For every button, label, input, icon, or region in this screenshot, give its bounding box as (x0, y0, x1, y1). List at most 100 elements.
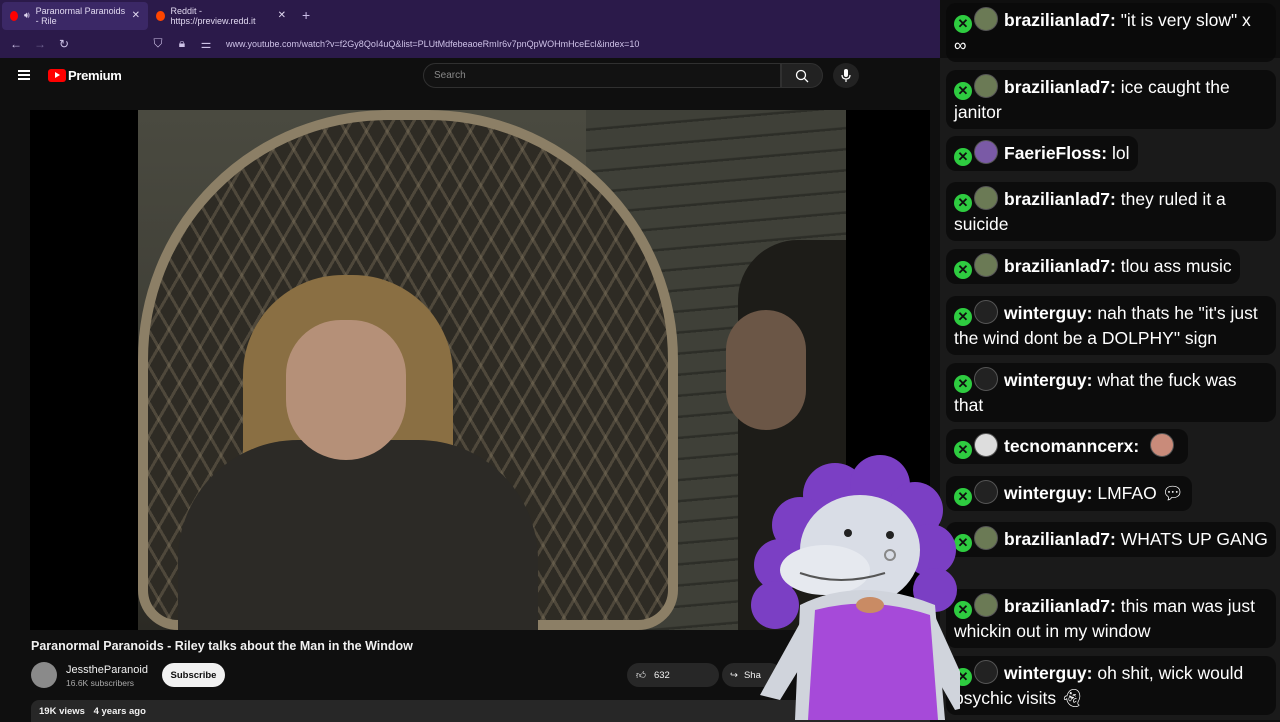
like-button[interactable]: 👍︎ 632 (627, 663, 719, 687)
url-bar: ← → ↻ ⛉ 🔒︎ ⚌ www.youtube.com/watch?v=f2G… (0, 30, 940, 57)
video-person-face (286, 320, 406, 460)
chat-username: winterguy: (1004, 483, 1093, 503)
avatar (974, 593, 998, 617)
chat-message: ✕ winterguy: oh shit, wick would psychic … (946, 656, 1276, 715)
avatar (974, 253, 998, 277)
chat-message: ✕ brazilianlad7: tlou ass music (946, 249, 1240, 284)
chat-username: FaerieFloss: (1004, 143, 1108, 163)
youtube-brand[interactable]: Premium (68, 68, 122, 83)
chat-text: nah thats he "it's just the wind dont be… (954, 303, 1258, 348)
chat-message: ✕ brazilianlad7: this man was just whicki… (946, 589, 1276, 648)
mod-badge-icon: ✕ (954, 308, 972, 326)
ghost-emote-icon: 👻︎ (1060, 688, 1084, 708)
thumbs-up-icon: 👍︎ (636, 670, 646, 681)
youtube-favicon-icon (10, 10, 18, 21)
mod-badge-icon: ✕ (954, 82, 972, 100)
chat-username: brazilianlad7: (1004, 10, 1116, 30)
reddit-favicon-icon (156, 10, 165, 21)
avatar (974, 367, 998, 391)
mascot-tank-top (808, 603, 938, 720)
chat-text: LMFAO (1097, 483, 1157, 503)
channel-avatar[interactable] (31, 662, 57, 688)
avatar (974, 660, 998, 684)
lock-icon[interactable]: 🔒︎ (170, 36, 194, 51)
close-tab-icon[interactable]: ✕ (278, 10, 286, 21)
chat-message: ✕ winterguy: what the fuck was that (946, 363, 1276, 422)
mascot-eye (844, 529, 852, 537)
mod-badge-icon: ✕ (954, 194, 972, 212)
share-icon: ↪ (730, 669, 738, 681)
mod-badge-icon: ✕ (954, 375, 972, 393)
search-placeholder: Search (434, 70, 466, 81)
video-second-person-face (726, 310, 806, 430)
chat-username: tecnomanncerx: (1004, 436, 1140, 456)
tab-title: Reddit - https://preview.redd.it (170, 5, 256, 26)
shield-icon[interactable]: ⛉ (146, 36, 170, 51)
subscriber-count: 16.6K subscribers (66, 678, 135, 688)
chat-username: brazilianlad7: (1004, 256, 1116, 276)
search-button[interactable] (781, 63, 823, 88)
close-tab-icon[interactable]: ✕ (132, 10, 140, 21)
chat-message: ✕ brazilianlad7: "it is very slow" x ∞ (946, 3, 1276, 62)
chat-username: brazilianlad7: (1004, 189, 1116, 209)
forward-arrow-icon[interactable]: → (28, 37, 52, 51)
menu-icon[interactable] (18, 70, 30, 80)
stream-chat-overlay: ✕ brazilianlad7: "it is very slow" x ∞ ✕ b… (942, 0, 1280, 720)
chat-username: winterguy: (1004, 370, 1093, 390)
youtube-header: Premium Search (0, 58, 940, 94)
chat-username: winterguy: (1004, 663, 1093, 683)
chat-message: ✕ winterguy: nah thats he "it's just the … (946, 296, 1276, 355)
search-icon (795, 69, 809, 82)
microphone-icon (841, 68, 851, 82)
chat-message: ✕ brazilianlad7: WHATS UP GANG (946, 522, 1276, 557)
view-count: 19K views (39, 706, 85, 717)
chat-username: brazilianlad7: (1004, 596, 1116, 616)
chat-text: WHATS UP GANG (1120, 529, 1268, 549)
avatar (974, 186, 998, 210)
avatar (974, 480, 998, 504)
avatar (974, 526, 998, 550)
like-count: 632 (653, 669, 670, 681)
video-title: Paranormal Paranoids - Riley talks about… (31, 639, 413, 653)
back-arrow-icon[interactable]: ← (4, 37, 28, 51)
subscribe-button[interactable]: Subscribe (162, 663, 225, 687)
mod-badge-icon: ✕ (954, 148, 972, 166)
reload-icon[interactable]: ↻ (52, 37, 76, 51)
emote-icon (1150, 433, 1175, 457)
mod-badge-icon: ✕ (954, 15, 972, 33)
tab-bar: 🔊︎ Paranormal Paranoids - Rile ✕ Reddit … (0, 0, 940, 30)
upload-age: 4 years ago (93, 706, 146, 717)
tab-reddit[interactable]: Reddit - https://preview.redd.it ✕ (148, 2, 294, 30)
chat-message: ✕ brazilianlad7: ice caught the janitor (946, 70, 1276, 129)
chat-username: winterguy: (1004, 303, 1093, 323)
permissions-icon[interactable]: ⚌ (194, 37, 218, 51)
chat-message: ✕ FaerieFloss: lol (946, 136, 1138, 171)
video-person-body (178, 440, 538, 630)
tab-title: Paranormal Paranoids - Rile (35, 5, 126, 26)
avatar (974, 7, 998, 31)
browser-chrome: 🔊︎ Paranormal Paranoids - Rile ✕ Reddit … (0, 0, 940, 58)
chat-text: tlou ass music (1120, 256, 1232, 276)
chat-message: ✕ tecnomanncerx: (946, 429, 1189, 464)
voice-search-button[interactable] (833, 63, 859, 88)
chat-username: brazilianlad7: (1004, 529, 1116, 549)
mod-badge-icon: ✕ (954, 261, 972, 279)
search-input[interactable]: Search (423, 63, 781, 88)
youtube-logo-icon[interactable] (48, 69, 66, 82)
avatar (974, 433, 998, 457)
speech-bubble-emote-icon: 💬︎ (1161, 483, 1184, 503)
speaker-icon[interactable]: 🔊︎ (24, 10, 30, 21)
mascot-eye (886, 531, 894, 539)
avatar (974, 300, 998, 324)
chat-message: ✕ winterguy: LMFAO 💬︎ (946, 476, 1192, 511)
url-text[interactable]: www.youtube.com/watch?v=f2Gy8QoI4uQ&list… (226, 39, 639, 49)
avatar (974, 74, 998, 98)
chat-message: ✕ brazilianlad7: they ruled it a suicide (946, 182, 1276, 241)
chat-text: lol (1111, 143, 1130, 163)
chat-username: brazilianlad7: (1004, 77, 1116, 97)
vtuber-mascot (751, 455, 960, 720)
avatar (974, 140, 998, 164)
new-tab-button[interactable]: + (302, 7, 310, 23)
channel-name[interactable]: JesstheParanoid (66, 664, 148, 676)
tab-youtube[interactable]: 🔊︎ Paranormal Paranoids - Rile ✕ (2, 1, 148, 30)
